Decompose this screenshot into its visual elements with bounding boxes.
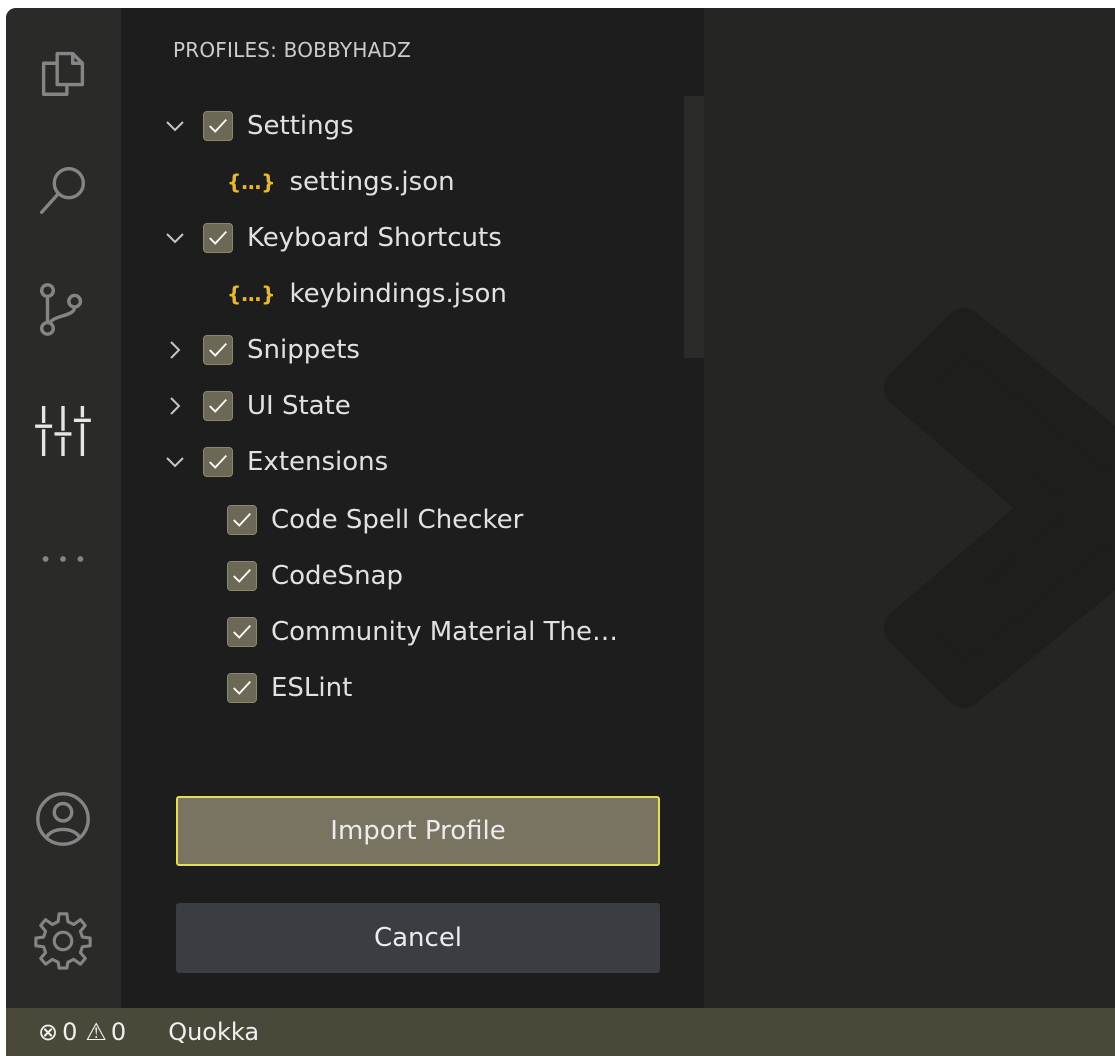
explorer-icon[interactable] — [32, 40, 94, 102]
chevron-down-icon[interactable] — [163, 450, 187, 474]
chevron-down-icon[interactable] — [163, 114, 187, 138]
chevron-down-icon[interactable] — [163, 226, 187, 250]
account-icon[interactable] — [32, 788, 94, 850]
checkbox[interactable] — [203, 223, 233, 253]
tree-item-extensions[interactable]: Extensions — [163, 440, 388, 484]
error-count: 0 — [62, 1018, 78, 1046]
tree-item-label: Snippets — [247, 335, 360, 365]
tree-item-settings-json[interactable]: {…} settings.json — [227, 160, 455, 204]
tree-item-label: Settings — [247, 111, 354, 141]
checkbox[interactable] — [227, 617, 257, 647]
tree-item-keybindings-json[interactable]: {…} keybindings.json — [227, 272, 507, 316]
vscode-logo-watermark — [884, 308, 1115, 708]
tree-item-ui-state[interactable]: UI State — [163, 384, 351, 428]
tree-item-keyboard-shortcuts[interactable]: Keyboard Shortcuts — [163, 216, 502, 260]
sidebar-title: PROFILES: BOBBYHADZ — [173, 38, 411, 62]
editor-area — [704, 8, 1115, 1008]
error-icon: ⊗ — [38, 1018, 59, 1046]
quokka-status[interactable]: Quokka — [168, 1018, 259, 1046]
status-bar: ⊗ 0 ⚠ 0 Quokka — [6, 1008, 1115, 1056]
checkbox[interactable] — [227, 561, 257, 591]
json-icon: {…} — [227, 170, 276, 194]
problems-indicator[interactable]: ⊗ 0 ⚠ 0 — [38, 1018, 126, 1046]
scrollbar-thumb[interactable] — [684, 96, 704, 358]
tree-item-label: Keyboard Shortcuts — [247, 223, 502, 253]
tree-item-label: keybindings.json — [289, 279, 507, 309]
tree-item-label: ESLint — [271, 673, 353, 703]
source-control-icon[interactable] — [32, 278, 94, 340]
warning-count: 0 — [110, 1018, 127, 1046]
tree-item-label: Community Material The… — [271, 617, 618, 647]
warning-icon: ⚠ — [85, 1018, 107, 1046]
vscode-window: PROFILES: BOBBYHADZ Settings {…} setting… — [6, 8, 1115, 1056]
tree-item-label: CodeSnap — [271, 561, 403, 591]
gear-icon[interactable] — [32, 908, 94, 970]
tree-item-extension[interactable]: Community Material The… — [227, 610, 618, 654]
checkbox[interactable] — [227, 505, 257, 535]
profiles-sliders-icon[interactable] — [32, 400, 94, 462]
tree-item-label: Code Spell Checker — [271, 505, 524, 535]
checkbox[interactable] — [203, 335, 233, 365]
tree-item-extension[interactable]: Code Spell Checker — [227, 498, 523, 542]
profiles-sidebar: PROFILES: BOBBYHADZ Settings {…} setting… — [121, 8, 704, 1008]
tree-item-label: Extensions — [247, 447, 389, 477]
checkbox[interactable] — [203, 447, 233, 477]
checkbox[interactable] — [203, 391, 233, 421]
profile-tree: Settings {…} settings.json Keyboard Shor… — [121, 98, 681, 728]
chevron-right-icon[interactable] — [163, 338, 187, 362]
tree-item-snippets[interactable]: Snippets — [163, 328, 360, 372]
tree-item-label: settings.json — [289, 167, 455, 197]
tree-item-extension[interactable]: ESLint — [227, 666, 352, 710]
import-profile-button[interactable]: Import Profile — [176, 796, 660, 866]
more-icon[interactable] — [32, 528, 94, 590]
tree-item-label: UI State — [247, 391, 351, 421]
activity-bar — [6, 8, 121, 1008]
search-icon[interactable] — [32, 158, 94, 220]
tree-item-extension[interactable]: CodeSnap — [227, 554, 403, 598]
json-icon: {…} — [227, 282, 276, 306]
chevron-right-icon[interactable] — [163, 394, 187, 418]
checkbox[interactable] — [203, 111, 233, 141]
cancel-button[interactable]: Cancel — [176, 903, 660, 973]
checkbox[interactable] — [227, 673, 257, 703]
tree-item-settings[interactable]: Settings — [163, 104, 354, 148]
